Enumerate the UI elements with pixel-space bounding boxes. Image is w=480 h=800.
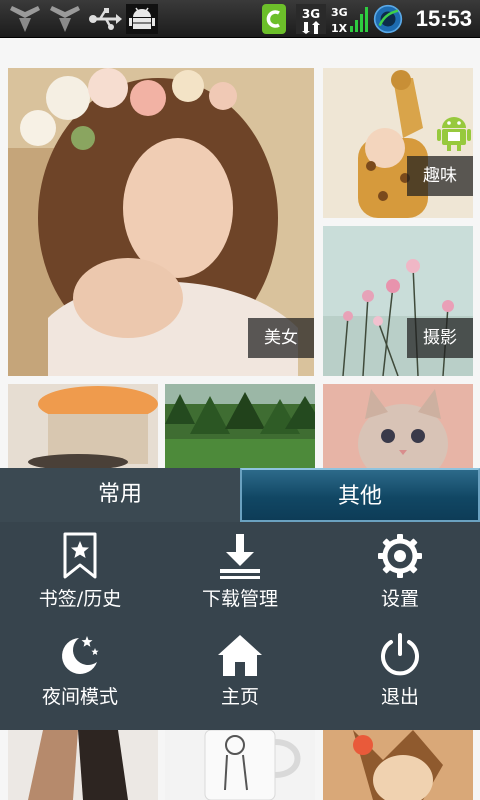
android-badge-icon	[437, 117, 471, 151]
clock: 15:53	[415, 6, 472, 31]
tab-other[interactable]: 其他	[240, 468, 480, 522]
gallery-tile[interactable]	[8, 730, 158, 800]
bookmark-star-icon	[63, 532, 97, 579]
category-tag: 趣味	[407, 156, 473, 196]
menu-item-label: 设置	[380, 588, 419, 610]
gear-icon	[378, 534, 422, 578]
gallery-tile[interactable]	[8, 384, 158, 474]
3g-data-icon: 3G	[296, 4, 326, 34]
gallery-tile[interactable]: 美女	[8, 68, 314, 376]
tab-common[interactable]: 常用	[0, 468, 240, 522]
menu-item-settings[interactable]: 设置	[320, 522, 480, 622]
menu-item-bookmarks-history[interactable]: 书签/历史	[0, 522, 160, 622]
menu-item-label: 夜间模式	[41, 686, 118, 708]
fashion-photo	[8, 730, 158, 800]
usb-icon	[89, 8, 122, 30]
menu-tab-bar: 常用 其他	[0, 468, 480, 522]
menu-item-night-mode[interactable]: 夜间模式	[0, 622, 160, 722]
menu-item-label: 主页	[220, 686, 259, 708]
power-icon	[381, 633, 419, 676]
browser-globe-icon	[373, 4, 403, 34]
menu-grid: 书签/历史 下载管理 设置 夜间模式 主页 退出	[0, 522, 480, 730]
category-tag: 摄影	[407, 318, 473, 358]
forest-photo	[165, 384, 315, 474]
menu-item-label: 书签/历史	[38, 588, 122, 610]
download-icon	[220, 534, 260, 579]
menu-item-label: 下载管理	[201, 588, 278, 610]
svg-text:1X: 1X	[331, 22, 348, 34]
menu-item-label: 退出	[380, 686, 419, 708]
menu-item-home[interactable]: 主页	[160, 622, 320, 722]
kitten-photo	[323, 384, 473, 474]
gallery-tile[interactable]	[165, 730, 315, 800]
gallery-tile[interactable]: 趣味	[323, 68, 473, 218]
mug-photo	[165, 730, 315, 800]
gallery-tile[interactable]	[165, 384, 315, 474]
c-app-icon	[262, 4, 286, 34]
dessert-photo	[8, 384, 158, 474]
signal-weak-icon	[10, 6, 40, 32]
android-debug-icon	[126, 4, 158, 34]
svg-text:3G: 3G	[302, 7, 320, 21]
svg-text:3G: 3G	[331, 6, 348, 19]
home-icon	[218, 635, 262, 676]
gallery-tile[interactable]	[323, 730, 473, 800]
anime-photo	[323, 730, 473, 800]
menu-item-download-manager[interactable]: 下载管理	[160, 522, 320, 622]
night-moon-icon	[62, 636, 99, 674]
signal-weak-icon	[50, 6, 80, 32]
status-bar: 3G 3G 1X 15:53	[0, 0, 480, 38]
gallery-tile[interactable]: 摄影	[323, 226, 473, 376]
gallery-tile[interactable]	[323, 384, 473, 474]
menu-item-exit[interactable]: 退出	[320, 622, 480, 722]
3g-signal-bars-icon: 3G 1X	[331, 6, 368, 34]
options-menu: 常用 其他 书签/历史 下载管理 设置 夜间模式 主页 退出	[0, 468, 480, 730]
category-tag: 美女	[248, 318, 314, 358]
